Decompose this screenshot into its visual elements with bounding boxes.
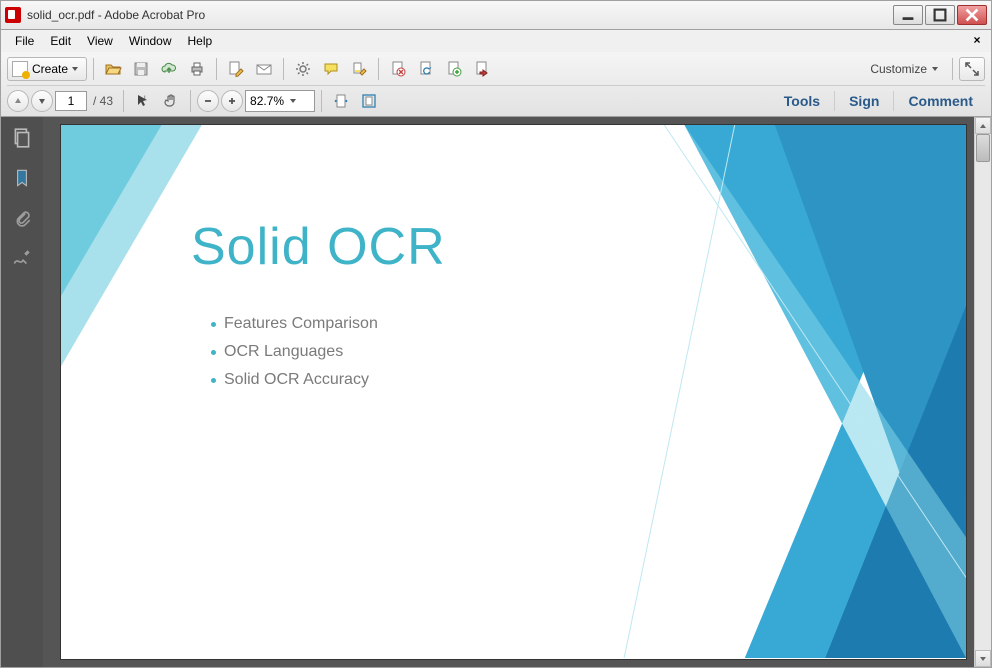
scroll-thumb[interactable] bbox=[976, 134, 990, 162]
chevron-down-icon bbox=[290, 99, 296, 103]
slide-bullet: OCR Languages bbox=[211, 343, 378, 361]
menu-file[interactable]: File bbox=[7, 32, 42, 50]
attachments-icon[interactable] bbox=[11, 207, 33, 229]
scroll-down-button[interactable] bbox=[975, 650, 991, 667]
page-total: / 43 bbox=[89, 94, 117, 108]
document-viewport[interactable]: Solid OCR Features Comparison OCR Langua… bbox=[43, 117, 974, 667]
slide-bullet: Features Comparison bbox=[211, 315, 378, 333]
doc-delete-button[interactable] bbox=[385, 57, 411, 81]
fit-page-button[interactable] bbox=[356, 89, 382, 113]
doc-add-button[interactable] bbox=[441, 57, 467, 81]
chevron-down-icon bbox=[932, 67, 938, 71]
zoom-value: 82.7% bbox=[250, 94, 284, 108]
chevron-down-icon bbox=[72, 67, 78, 71]
menu-edit[interactable]: Edit bbox=[42, 32, 79, 50]
doc-refresh-button[interactable] bbox=[413, 57, 439, 81]
page-down-button[interactable] bbox=[31, 90, 53, 112]
hand-tool-button[interactable] bbox=[158, 89, 184, 113]
zoom-out-button[interactable] bbox=[197, 90, 219, 112]
customize-button[interactable]: Customize bbox=[862, 58, 946, 80]
highlight-button[interactable] bbox=[346, 57, 372, 81]
menu-window[interactable]: Window bbox=[121, 32, 180, 50]
vertical-scrollbar[interactable] bbox=[974, 117, 991, 667]
email-button[interactable] bbox=[251, 57, 277, 81]
zoom-select[interactable]: 82.7% bbox=[245, 90, 315, 112]
scroll-up-button[interactable] bbox=[975, 117, 991, 134]
comment-button[interactable] bbox=[318, 57, 344, 81]
zoom-in-button[interactable] bbox=[221, 90, 243, 112]
scroll-track[interactable] bbox=[975, 134, 991, 650]
content-area: Solid OCR Features Comparison OCR Langua… bbox=[0, 117, 992, 668]
bookmarks-icon[interactable] bbox=[11, 167, 33, 189]
menu-help[interactable]: Help bbox=[180, 32, 221, 50]
page-number-input[interactable] bbox=[55, 91, 87, 111]
slide-bullet-list: Features Comparison OCR Languages Solid … bbox=[211, 315, 378, 399]
slide-background bbox=[61, 125, 966, 658]
edit-doc-button[interactable] bbox=[223, 57, 249, 81]
window-title: solid_ocr.pdf - Adobe Acrobat Pro bbox=[27, 8, 893, 22]
navigation-pane bbox=[1, 117, 43, 667]
fit-width-button[interactable] bbox=[328, 89, 354, 113]
open-button[interactable] bbox=[100, 57, 126, 81]
maximize-button[interactable] bbox=[925, 5, 955, 25]
print-button[interactable] bbox=[184, 57, 210, 81]
minimize-button[interactable] bbox=[893, 5, 923, 25]
titlebar: solid_ocr.pdf - Adobe Acrobat Pro bbox=[0, 0, 992, 30]
doc-forward-button[interactable] bbox=[469, 57, 495, 81]
tools-panel-button[interactable]: Tools bbox=[772, 93, 832, 109]
svg-text:I: I bbox=[144, 96, 146, 102]
create-icon bbox=[12, 61, 28, 77]
slide-title: Solid OCR bbox=[191, 217, 446, 277]
document-close-icon[interactable]: × bbox=[969, 33, 985, 49]
thumbnails-icon[interactable] bbox=[11, 127, 33, 149]
toolbar: Create bbox=[0, 52, 992, 117]
signatures-icon[interactable] bbox=[11, 247, 33, 269]
gear-button[interactable] bbox=[290, 57, 316, 81]
create-label: Create bbox=[32, 62, 68, 76]
save-button[interactable] bbox=[128, 57, 154, 81]
menubar: File Edit View Window Help × bbox=[0, 30, 992, 52]
cloud-button[interactable] bbox=[156, 57, 182, 81]
pdf-page: Solid OCR Features Comparison OCR Langua… bbox=[61, 125, 966, 659]
select-tool-button[interactable]: I bbox=[130, 89, 156, 113]
create-button[interactable]: Create bbox=[7, 57, 87, 81]
sign-panel-button[interactable]: Sign bbox=[837, 93, 891, 109]
comment-panel-button[interactable]: Comment bbox=[896, 93, 985, 109]
page-up-button[interactable] bbox=[7, 90, 29, 112]
fullscreen-button[interactable] bbox=[959, 57, 985, 81]
app-icon bbox=[5, 7, 21, 23]
close-button[interactable] bbox=[957, 5, 987, 25]
menu-view[interactable]: View bbox=[79, 32, 121, 50]
customize-label: Customize bbox=[870, 62, 927, 76]
slide-bullet: Solid OCR Accuracy bbox=[211, 371, 378, 389]
